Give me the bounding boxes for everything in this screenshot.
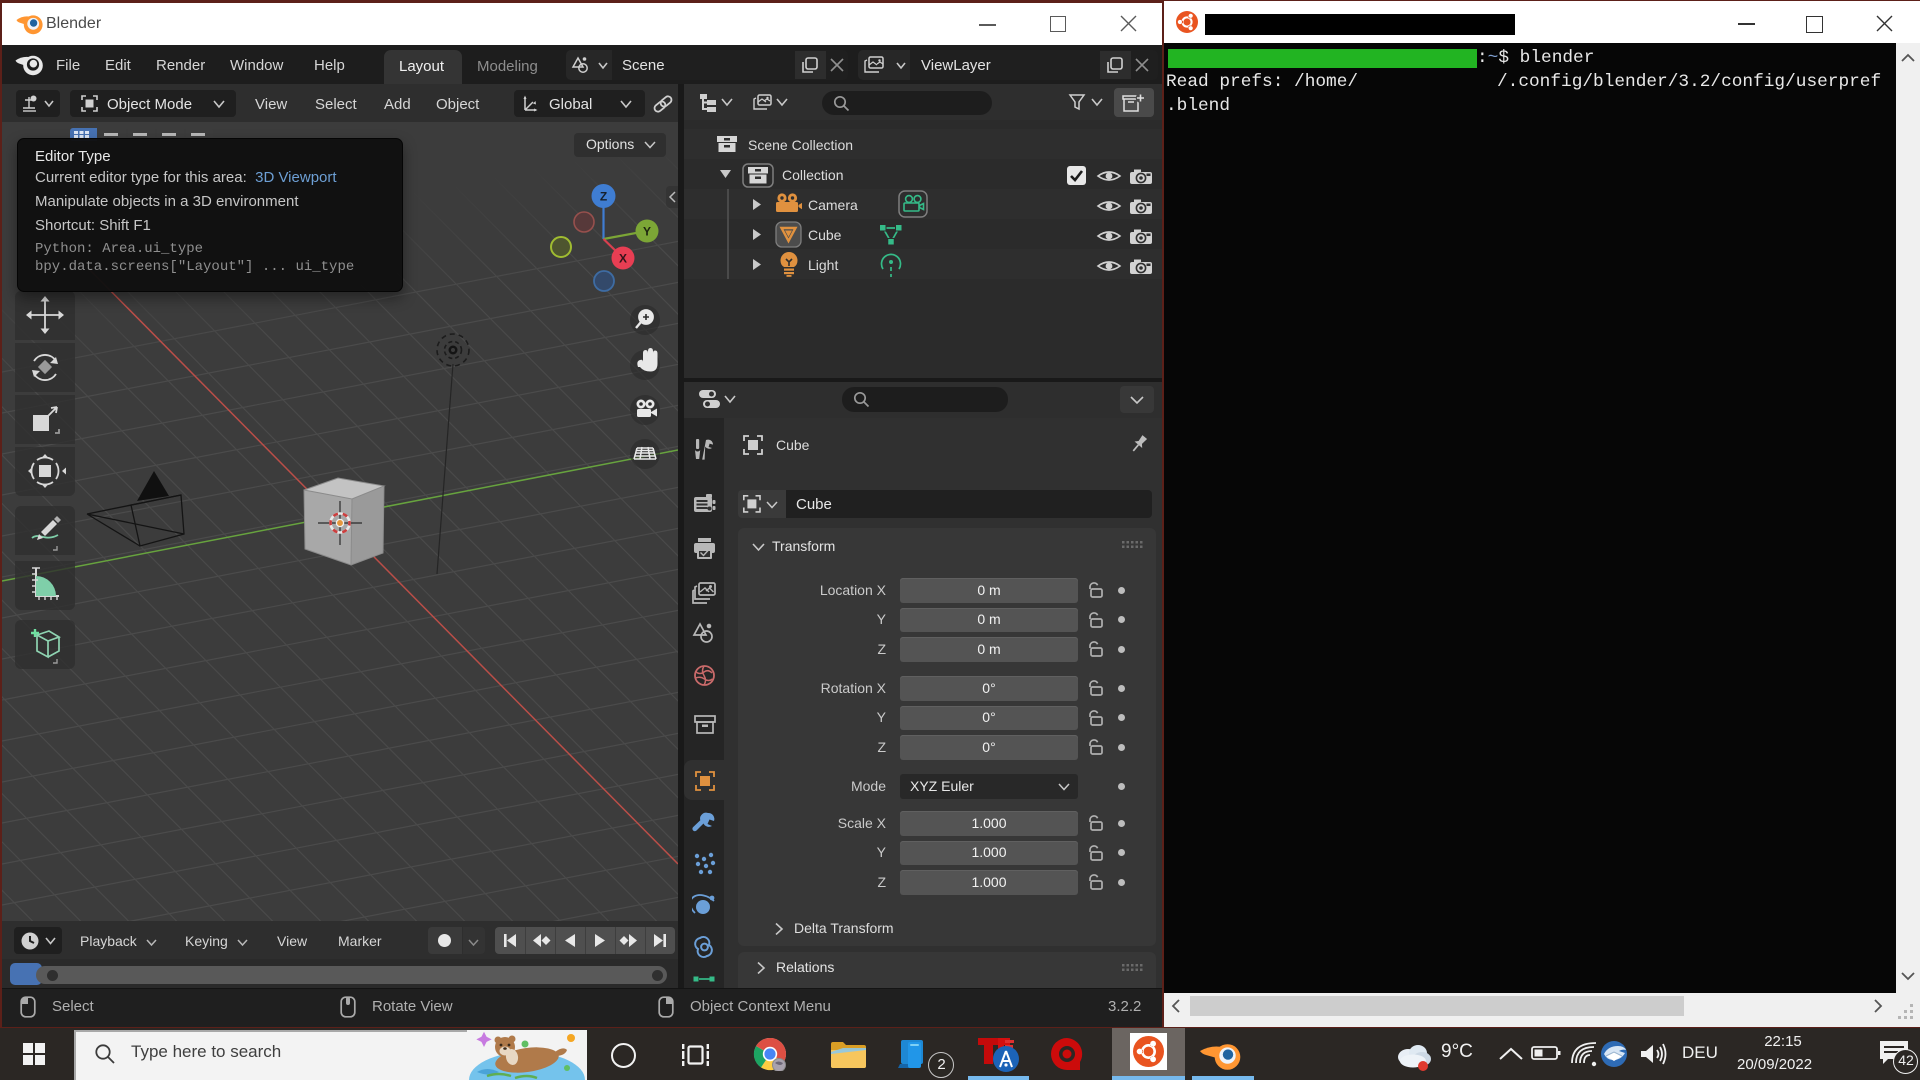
- svg-text:Z: Z: [600, 190, 607, 204]
- svg-text:X: X: [619, 252, 627, 266]
- svg-text:Y: Y: [643, 225, 651, 239]
